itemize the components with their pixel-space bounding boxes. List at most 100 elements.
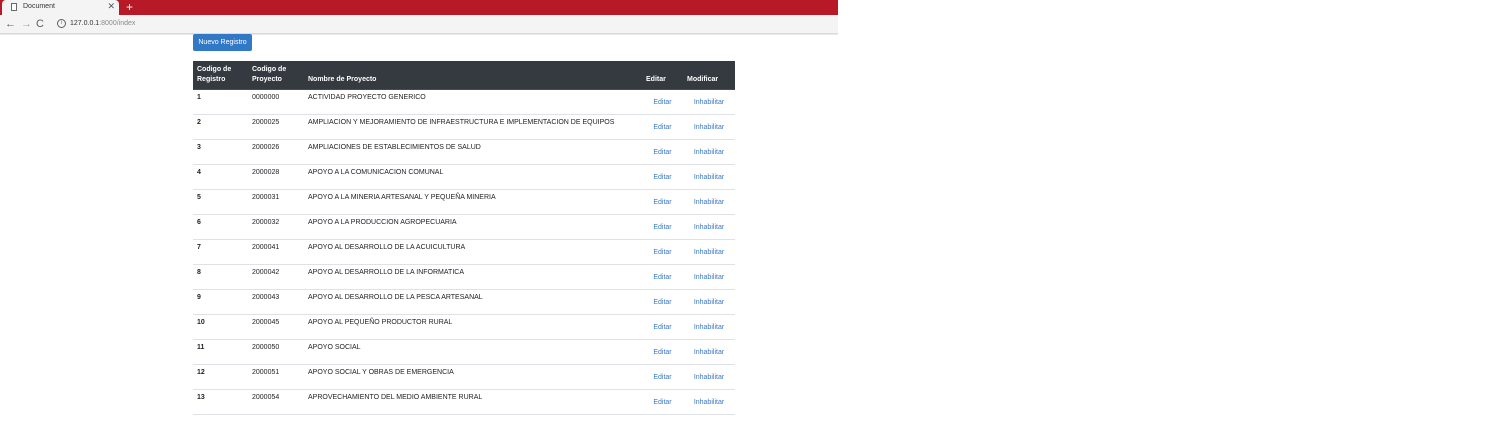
cell-nombre-proyecto: APOYO AL DESARROLLO DE LA PESCA ARTESANA… <box>304 289 642 315</box>
cell-codigo-proyecto: 2000043 <box>248 289 304 315</box>
cell-modificar: Inhabilitar <box>683 289 735 315</box>
cell-registro: 1 <box>193 89 248 115</box>
cell-registro: 2 <box>193 114 248 140</box>
disable-link[interactable]: Inhabilitar <box>687 323 731 333</box>
cell-nombre-proyecto: AMPLIACION Y MEJORAMIENTO DE INFRAESTRUC… <box>304 114 642 140</box>
cell-registro: 5 <box>193 189 248 215</box>
browser-window: Document ✕ + ← → C i 127.0.0.1:8000/inde… <box>0 0 838 422</box>
disable-link[interactable]: Inhabilitar <box>687 198 731 208</box>
cell-editar: Editar <box>642 264 683 290</box>
new-record-button[interactable]: Nuevo Registro <box>193 34 252 51</box>
address-bar[interactable]: 127.0.0.1:8000/index <box>70 19 135 29</box>
disable-link[interactable]: Inhabilitar <box>687 398 731 408</box>
table-row: 10 2000045 APOYO AL PEQUEÑO PRODUCTOR RURA… <box>193 314 735 340</box>
edit-link[interactable]: Editar <box>646 98 679 108</box>
edit-link[interactable]: Editar <box>646 198 679 208</box>
cell-nombre-proyecto: APOYO AL DESARROLLO DE LA INFORMATICA <box>304 264 642 290</box>
cell-nombre-proyecto: AMPLIACIONES DE ESTABLECIMIENTOS DE SALU… <box>304 139 642 165</box>
cell-editar: Editar <box>642 389 683 415</box>
edit-link[interactable]: Editar <box>646 273 679 283</box>
cell-modificar: Inhabilitar <box>683 389 735 415</box>
edit-link[interactable]: Editar <box>646 398 679 408</box>
cell-modificar: Inhabilitar <box>683 214 735 240</box>
close-icon[interactable]: ✕ <box>107 1 115 12</box>
table-row: 13 2000054 APROVECHAMIENTO DEL MEDIO AMBIE… <box>193 389 735 415</box>
page-content: Nuevo Registro Codigo de Registro Codigo… <box>0 34 838 422</box>
forward-arrow-icon[interactable]: → <box>21 17 32 31</box>
header-codigo-proyecto: Codigo de Proyecto <box>248 61 304 90</box>
edit-link[interactable]: Editar <box>646 373 679 383</box>
table-row: 4 2000028 APOYO A LA COMUNICACION COMUNAL E… <box>193 164 735 190</box>
info-icon[interactable]: i <box>57 19 66 28</box>
edit-link[interactable]: Editar <box>646 348 679 358</box>
disable-link[interactable]: Inhabilitar <box>687 273 731 283</box>
cell-codigo-proyecto: 2000026 <box>248 139 304 165</box>
edit-link[interactable]: Editar <box>646 173 679 183</box>
cell-registro: 7 <box>193 239 248 265</box>
disable-link[interactable]: Inhabilitar <box>687 148 731 158</box>
tab-title: Document <box>23 3 55 10</box>
cell-codigo-proyecto: 0000000 <box>248 89 304 115</box>
cell-registro: 6 <box>193 214 248 240</box>
cell-codigo-proyecto: 2000031 <box>248 189 304 215</box>
disable-link[interactable]: Inhabilitar <box>687 298 731 308</box>
cell-codigo-proyecto: 2000025 <box>248 114 304 140</box>
header-modificar: Modificar <box>683 61 735 90</box>
browser-tab[interactable]: Document ✕ <box>2 0 119 15</box>
cell-nombre-proyecto: APOYO SOCIAL <box>304 339 642 365</box>
cell-editar: Editar <box>642 89 683 115</box>
disable-link[interactable]: Inhabilitar <box>687 173 731 183</box>
cell-codigo-proyecto: 2000045 <box>248 314 304 340</box>
tab-strip: Document ✕ + <box>0 0 838 15</box>
cell-nombre-proyecto: APROVECHAMIENTO DEL MEDIO AMBIENTE RURAL <box>304 389 642 415</box>
cell-nombre-proyecto: ACTIVIDAD PROYECTO GENERICO <box>304 89 642 115</box>
cell-modificar: Inhabilitar <box>683 164 735 190</box>
edit-link[interactable]: Editar <box>646 248 679 258</box>
new-tab-icon[interactable]: + <box>126 0 133 14</box>
cell-codigo-proyecto: 2000051 <box>248 364 304 390</box>
cell-codigo-proyecto: 2000032 <box>248 214 304 240</box>
header-editar: Editar <box>642 61 683 90</box>
table-header-row: Codigo de Registro Codigo de Proyecto No… <box>193 61 735 90</box>
cell-editar: Editar <box>642 289 683 315</box>
cell-modificar: Inhabilitar <box>683 114 735 140</box>
cell-modificar: Inhabilitar <box>683 189 735 215</box>
cell-nombre-proyecto: APOYO SOCIAL Y OBRAS DE EMERGENCIA <box>304 364 642 390</box>
cell-codigo-proyecto: 2000041 <box>248 239 304 265</box>
disable-link[interactable]: Inhabilitar <box>687 123 731 133</box>
edit-link[interactable]: Editar <box>646 223 679 233</box>
disable-link[interactable]: Inhabilitar <box>687 373 731 383</box>
back-arrow-icon[interactable]: ← <box>5 17 16 31</box>
cell-nombre-proyecto: APOYO A LA PRODUCCION AGROPECUARIA <box>304 214 642 240</box>
table-row: 8 2000042 APOYO AL DESARROLLO DE LA INFORM… <box>193 264 735 290</box>
table-row: 6 2000032 APOYO A LA PRODUCCION AGROPECUAR… <box>193 214 735 240</box>
edit-link[interactable]: Editar <box>646 298 679 308</box>
reload-icon[interactable]: C <box>36 17 44 31</box>
edit-link[interactable]: Editar <box>646 148 679 158</box>
cell-modificar: Inhabilitar <box>683 264 735 290</box>
cell-registro: 10 <box>193 314 248 340</box>
cell-registro: 11 <box>193 339 248 365</box>
disable-link[interactable]: Inhabilitar <box>687 348 731 358</box>
cell-editar: Editar <box>642 239 683 265</box>
cell-codigo-proyecto: 2000042 <box>248 264 304 290</box>
edit-link[interactable]: Editar <box>646 323 679 333</box>
projects-table: Codigo de Registro Codigo de Proyecto No… <box>193 61 735 415</box>
cell-registro: 9 <box>193 289 248 315</box>
cell-modificar: Inhabilitar <box>683 339 735 365</box>
cell-codigo-proyecto: 2000050 <box>248 339 304 365</box>
edit-link[interactable]: Editar <box>646 123 679 133</box>
cell-nombre-proyecto: APOYO AL DESARROLLO DE LA ACUICULTURA <box>304 239 642 265</box>
table-row: 7 2000041 APOYO AL DESARROLLO DE LA ACUICU… <box>193 239 735 265</box>
cell-modificar: Inhabilitar <box>683 139 735 165</box>
disable-link[interactable]: Inhabilitar <box>687 223 731 233</box>
disable-link[interactable]: Inhabilitar <box>687 248 731 258</box>
cell-nombre-proyecto: APOYO AL PEQUEÑO PRODUCTOR RURAL <box>304 314 642 340</box>
cell-modificar: Inhabilitar <box>683 239 735 265</box>
disable-link[interactable]: Inhabilitar <box>687 98 731 108</box>
cell-registro: 13 <box>193 389 248 415</box>
table-row: 9 2000043 APOYO AL DESARROLLO DE LA PESCA … <box>193 289 735 315</box>
cell-editar: Editar <box>642 339 683 365</box>
table-row: 11 2000050 APOYO SOCIAL Editar Inhabilitar <box>193 339 735 365</box>
header-nombre-proyecto: Nombre de Proyecto <box>304 61 642 90</box>
